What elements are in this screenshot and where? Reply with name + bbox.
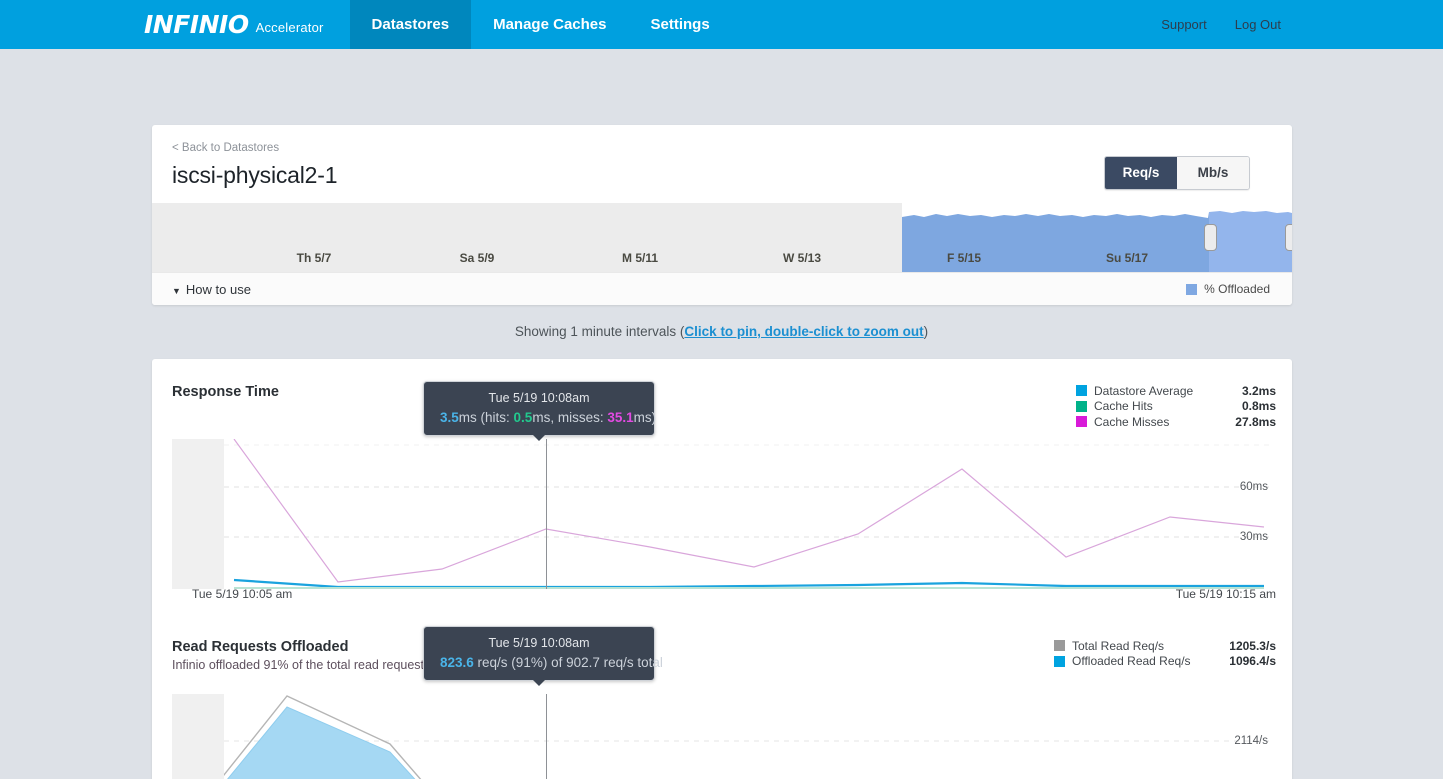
y-tick-label: 2114/s — [1234, 735, 1268, 747]
tooltip-arrow — [533, 680, 545, 686]
tooltip-mid: req/s (91%) of — [473, 655, 567, 670]
response-time-title: Response Time — [172, 384, 279, 400]
legend-label-offloaded: % Offloaded — [1204, 282, 1270, 296]
tooltip-hits-unit: ms, misses: — [532, 410, 608, 425]
tooltip-time: Tue 5/19 10:08am — [488, 391, 590, 405]
timeline-brush[interactable]: Th 5/7 Sa 5/9 M 5/11 W 5/13 F 5/15 Su 5/… — [152, 203, 1292, 272]
legend-value: 0.8ms — [1241, 399, 1276, 414]
charts-card: Response Time Datastore Average 3.2ms Ca… — [152, 359, 1292, 779]
response-time-svg — [224, 439, 1272, 589]
brush-tick: M 5/11 — [621, 251, 659, 265]
logout-link[interactable]: Log Out — [1235, 17, 1281, 32]
support-link[interactable]: Support — [1161, 17, 1207, 32]
response-time-chart-block: Response Time Datastore Average 3.2ms Ca… — [152, 359, 1292, 614]
interval-prefix: Showing 1 minute intervals ( — [514, 324, 685, 339]
top-navigation-bar: INFINIO Accelerator Datastores Manage Ca… — [0, 0, 1443, 49]
legend-row: Cache Hits 0.8ms — [1076, 399, 1276, 415]
legend-swatch-offloaded-read — [1054, 655, 1065, 667]
brush-tick: Su 5/17 — [1105, 251, 1149, 265]
datastore-header-card: < Back to Datastores iscsi-physical2-1 R… — [152, 125, 1292, 305]
brush-handle-right[interactable] — [1285, 224, 1292, 251]
legend-value: 3.2ms — [1241, 383, 1276, 398]
unit-toggle-group: Req/s Mb/s — [1104, 156, 1250, 190]
tooltip-avg-value: 3.5 — [440, 410, 459, 425]
response-time-tooltip: Tue 5/19 10:08am 3.5ms (hits: 0.5ms, mis… — [423, 381, 656, 441]
read-requests-plot[interactable]: 2114/s 1057/s — [172, 694, 1272, 779]
brush-legend: % Offloaded — [1186, 282, 1270, 296]
brush-tick: Sa 5/9 — [459, 251, 495, 265]
y-tick-label: 30ms — [1239, 531, 1268, 543]
tooltip-body: 3.5ms (hits: 0.5ms, misses: 35.1ms) — [440, 410, 656, 425]
tooltip-avg-unit: ms (hits: — [458, 410, 514, 425]
tooltip-body: 823.6 req/s (91%) of 902.7 req/s total — [440, 655, 663, 670]
unit-toggle-reqs[interactable]: Req/s — [1105, 157, 1177, 189]
legend-swatch-offloaded — [1186, 283, 1198, 295]
brand: INFINIO Accelerator — [0, 0, 350, 49]
interval-suffix: ) — [923, 324, 929, 339]
legend-swatch-cache-hits — [1076, 400, 1087, 412]
nav-right-links: Support Log Out — [1133, 0, 1443, 49]
pin-line — [546, 439, 547, 589]
legend-label: Cache Misses — [1094, 414, 1170, 429]
read-requests-tooltip: Tue 5/19 10:08am 823.6 req/s (91%) of 90… — [423, 626, 663, 686]
read-requests-legend: Total Read Req/s 1205.3/s Offloaded Read… — [1054, 638, 1276, 669]
legend-value: 1096.4/s — [1229, 654, 1276, 669]
pin-line — [546, 694, 547, 779]
pin-zoom-link[interactable]: Click to pin, double-click to zoom out — [684, 324, 923, 339]
tooltip-offloaded-value: 823.6 — [440, 655, 474, 670]
read-requests-subtitle: Infinio offloaded 91% of the total read … — [172, 658, 434, 672]
read-requests-title: Read Requests Offloaded — [172, 639, 349, 655]
tooltip-total-value: 902.7 — [566, 655, 600, 670]
legend-swatch-cache-misses — [1076, 416, 1087, 428]
unit-toggle-mbs[interactable]: Mb/s — [1177, 157, 1249, 189]
legend-row: Datastore Average 3.2ms — [1076, 383, 1276, 399]
nav-item-datastores[interactable]: Datastores — [349, 0, 472, 49]
how-to-use-label: How to use — [185, 281, 251, 297]
nav-item-settings[interactable]: Settings — [628, 0, 731, 49]
legend-label: Total Read Req/s — [1072, 638, 1165, 653]
legend-label: Offloaded Read Req/s — [1072, 654, 1191, 669]
legend-row: Offloaded Read Req/s 1096.4/s — [1054, 654, 1276, 670]
response-time-plot[interactable]: 60ms 30ms — [172, 439, 1272, 589]
legend-swatch-datastore-average — [1076, 385, 1087, 397]
brush-tick: F 5/15 — [946, 251, 982, 265]
brush-tick: W 5/13 — [782, 251, 822, 265]
tooltip-misses-value: 35.1 — [607, 410, 634, 425]
legend-row: Total Read Req/s 1205.3/s — [1054, 638, 1276, 654]
legend-row: Cache Misses 27.8ms — [1076, 414, 1276, 430]
nav-item-manage-caches[interactable]: Manage Caches — [471, 0, 628, 49]
tooltip-misses-unit: ms) — [633, 410, 657, 425]
tooltip-time: Tue 5/19 10:08am — [488, 636, 590, 650]
brand-subtitle: Accelerator — [255, 20, 324, 35]
chevron-down-icon: ▼ — [172, 285, 181, 296]
y-tick-label: 60ms — [1239, 481, 1268, 493]
infinio-logo: INFINIO — [144, 10, 249, 39]
brush-handle-left[interactable] — [1204, 224, 1217, 251]
brush-tick: Th 5/7 — [296, 251, 332, 265]
read-requests-svg — [219, 695, 1272, 779]
brush-tick-labels: Th 5/7 Sa 5/9 M 5/11 W 5/13 F 5/15 Su 5/… — [152, 203, 1292, 272]
back-to-datastores-link[interactable]: < Back to Datastores — [172, 142, 279, 154]
response-time-legend: Datastore Average 3.2ms Cache Hits 0.8ms… — [1076, 383, 1276, 430]
tooltip-arrow — [533, 435, 545, 441]
tooltip-hits-value: 0.5 — [513, 410, 533, 425]
legend-value: 1205.3/s — [1229, 638, 1276, 653]
interval-note: Showing 1 minute intervals (Click to pin… — [0, 324, 1443, 339]
x-axis-label-left: Tue 5/19 10:05 am — [192, 587, 293, 601]
nav-items: Datastores Manage Caches Settings — [349, 0, 732, 49]
y-axis-band — [172, 694, 224, 779]
y-axis-band — [172, 439, 224, 589]
how-to-use-bar: ▼ How to use % Offloaded — [152, 272, 1292, 305]
legend-value: 27.8ms — [1235, 414, 1276, 429]
read-requests-chart-block: Read Requests Offloaded Infinio offloade… — [152, 614, 1292, 779]
legend-label: Cache Hits — [1094, 399, 1153, 414]
page-title: iscsi-physical2-1 — [172, 162, 338, 188]
legend-label: Datastore Average — [1094, 383, 1194, 398]
legend-swatch-total-read — [1054, 640, 1065, 652]
how-to-use-toggle[interactable]: ▼ How to use — [172, 282, 251, 297]
tooltip-suffix: req/s total — [599, 655, 663, 670]
x-axis-label-right: Tue 5/19 10:15 am — [1175, 587, 1276, 601]
